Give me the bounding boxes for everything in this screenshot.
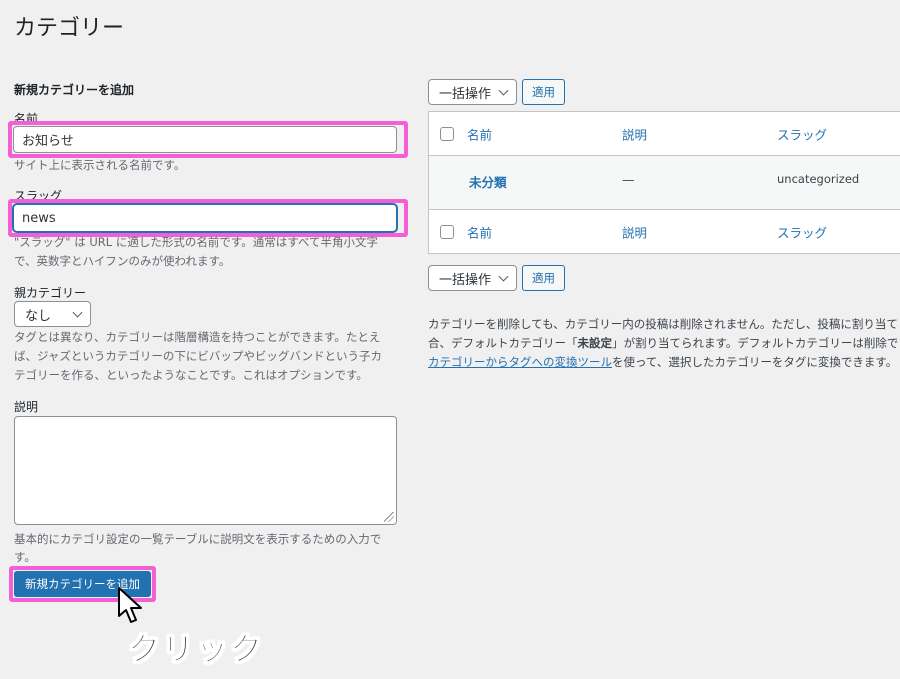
column-name[interactable]: 名前 bbox=[467, 124, 492, 143]
parent-select[interactable]: なし bbox=[14, 301, 91, 327]
apply-button-bottom[interactable]: 適用 bbox=[522, 265, 565, 291]
chevron-down-icon bbox=[498, 85, 509, 96]
slug-hint-line-1: "スラッグ" は URL に適した形式の名前です。通常はすべて半角小文字 bbox=[14, 235, 378, 249]
bulk-action-select-top[interactable]: 一括操作 bbox=[428, 79, 517, 105]
description-textarea[interactable] bbox=[14, 416, 397, 525]
delete-note-line-2-post: 」が割り当てられます。デフォルトカテゴリーは削除で bbox=[612, 336, 899, 350]
chevron-down-icon bbox=[72, 307, 83, 318]
delete-note-line-1: カテゴリーを削除しても、カテゴリー内の投稿は削除されません。ただし、投稿に割り当… bbox=[428, 317, 898, 331]
apply-button-top[interactable]: 適用 bbox=[522, 79, 565, 105]
delete-note-line-2: 合、デフォルトカテゴリー「未設定」が割り当てられます。デフォルトカテゴリーは削除… bbox=[428, 334, 898, 353]
mouse-cursor-icon bbox=[118, 587, 142, 623]
name-input-value: お知らせ bbox=[22, 134, 74, 149]
table-row: 未分類 — uncategorized bbox=[429, 156, 900, 210]
parent-hint-line-1: タグとは異なり、カテゴリーは階層構造を持つことができます。たとえ bbox=[14, 330, 381, 344]
description-hint-line-1: 基本的にカテゴリ設定の一覧テーブルに説明文を表示するための入力で bbox=[14, 532, 382, 546]
table-header-row: 名前 説明 スラッグ bbox=[429, 112, 900, 156]
bulk-action-select-top-value: 一括操作 bbox=[439, 86, 492, 102]
default-category-name: 未設定 bbox=[577, 336, 613, 350]
row-name-link[interactable]: 未分類 bbox=[469, 172, 507, 191]
column-description[interactable]: 説明 bbox=[622, 124, 647, 143]
description-hint-line-2: す。 bbox=[14, 550, 36, 564]
column-slug[interactable]: スラッグ bbox=[777, 124, 827, 143]
parent-hint-line-2: ば、ジャズというカテゴリーの下にビバップやビッグバンドという子カ bbox=[14, 349, 382, 363]
chevron-down-icon bbox=[498, 271, 509, 282]
category-tag-converter-link[interactable]: カテゴリーからタグへの変換ツール bbox=[428, 355, 612, 369]
select-all-checkbox[interactable] bbox=[440, 126, 454, 141]
name-input[interactable]: お知らせ bbox=[13, 126, 397, 153]
slug-hint-line-2: で、英数字とハイフンのみが使われます。 bbox=[14, 254, 231, 268]
resize-handle-icon[interactable] bbox=[384, 512, 394, 522]
parent-label: 親カテゴリー bbox=[14, 286, 87, 300]
slug-input-value: news bbox=[22, 210, 56, 226]
select-all-checkbox-footer[interactable] bbox=[440, 225, 454, 239]
page-title: カテゴリー bbox=[14, 16, 125, 41]
parent-select-value: なし bbox=[25, 308, 52, 324]
footer-column-name[interactable]: 名前 bbox=[467, 223, 492, 242]
form-title: 新規カテゴリーを追加 bbox=[14, 83, 135, 97]
row-description: — bbox=[622, 172, 635, 187]
bulk-action-select-bottom-value: 一括操作 bbox=[439, 272, 492, 288]
click-annotation: クリック bbox=[127, 630, 265, 669]
footer-column-description[interactable]: 説明 bbox=[622, 223, 647, 242]
delete-note-line-3: カテゴリーからタグへの変換ツールを使って、選択したカテゴリーをタグに変換できます… bbox=[428, 353, 897, 372]
bulk-action-select-bottom[interactable]: 一括操作 bbox=[428, 265, 517, 291]
table-footer-row: 名前 説明 スラッグ bbox=[429, 210, 900, 254]
delete-note-line-3-post: を使って、選択したカテゴリーをタグに変換できます。 bbox=[612, 355, 898, 369]
delete-note-line-2-pre: 合、デフォルトカテゴリー「 bbox=[428, 336, 578, 350]
slug-input[interactable]: news bbox=[13, 204, 397, 232]
description-label: 説明 bbox=[14, 400, 39, 414]
category-table: 名前 説明 スラッグ 未分類 — uncategorized 名前 説明 スラッ… bbox=[428, 111, 900, 254]
row-slug: uncategorized bbox=[777, 172, 860, 186]
name-hint: サイト上に表示される名前です。 bbox=[14, 158, 186, 172]
parent-hint-line-3: テゴリーを作る、といったようなことです。これはオプションです。 bbox=[14, 368, 368, 382]
footer-column-slug[interactable]: スラッグ bbox=[777, 223, 827, 242]
